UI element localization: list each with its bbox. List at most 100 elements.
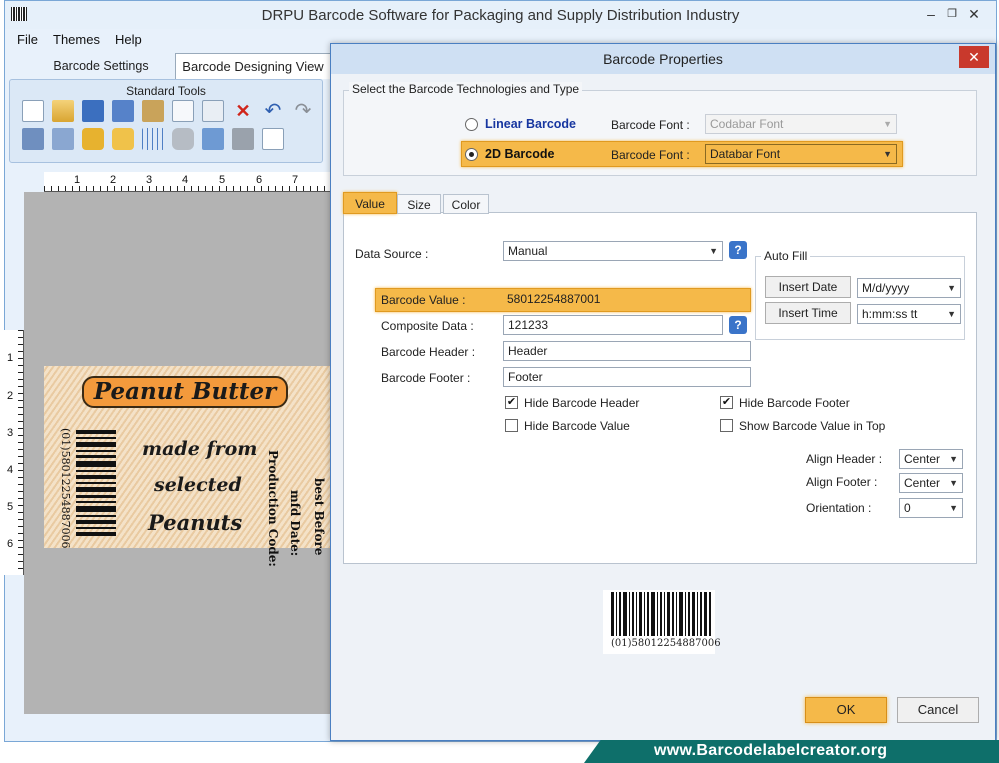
2d-barcode-radio[interactable]: [465, 148, 478, 161]
label-title: Peanut Butter: [82, 376, 288, 408]
undo-icon[interactable]: ↶: [262, 100, 284, 122]
composite-help-icon[interactable]: ?: [729, 316, 747, 334]
chevron-down-icon: ▼: [883, 119, 892, 129]
hide-header-label[interactable]: Hide Barcode Header: [524, 396, 639, 410]
tab-barcode-designing-view[interactable]: Barcode Designing View: [175, 53, 331, 79]
hide-footer-checkbox[interactable]: ✔: [720, 396, 733, 409]
page-icon[interactable]: [172, 100, 194, 122]
barcode-footer-label: Barcode Footer :: [381, 371, 471, 385]
data-source-label: Data Source :: [355, 247, 429, 261]
open-icon[interactable]: [52, 100, 74, 122]
chevron-down-icon: ▼: [949, 478, 958, 488]
window-title: DRPU Barcode Software for Packaging and …: [261, 7, 740, 24]
cancel-button[interactable]: Cancel: [897, 697, 979, 723]
show-value-top-checkbox[interactable]: [720, 419, 733, 432]
orientation-value: 0: [904, 501, 911, 515]
orientation-select[interactable]: 0 ▼: [899, 498, 963, 518]
date-format-value: M/d/yyyy: [862, 281, 910, 295]
linear-font-label: Barcode Font :: [611, 118, 690, 132]
hide-value-checkbox[interactable]: [505, 419, 518, 432]
save-as-icon[interactable]: [112, 100, 134, 122]
title-bar: DRPU Barcode Software for Packaging and …: [5, 1, 996, 29]
align-footer-label: Align Footer :: [806, 475, 878, 489]
print-icon[interactable]: [232, 128, 254, 150]
database-icon[interactable]: [172, 128, 194, 150]
export-icon[interactable]: [262, 128, 284, 150]
paste-icon[interactable]: [142, 100, 164, 122]
tab-value[interactable]: Value: [343, 192, 397, 214]
2d-font-select[interactable]: Databar Font ▼: [705, 144, 897, 164]
linear-barcode-radio[interactable]: [465, 118, 478, 131]
insert-date-button[interactable]: Insert Date: [765, 276, 851, 298]
barcode-value-label: Barcode Value :: [381, 293, 466, 307]
barcode-header-label: Barcode Header :: [381, 345, 476, 359]
label-line-2: selected: [154, 474, 242, 496]
new-icon[interactable]: [22, 100, 44, 122]
barcode-header-input[interactable]: Header: [503, 341, 751, 361]
standard-tools-panel: Standard Tools ✕ ↶ ↷: [9, 79, 323, 163]
ruler-top-7: 7: [292, 174, 299, 186]
left-ruler: 1 2 3 4 5 6: [4, 330, 24, 575]
batch-icon[interactable]: [202, 128, 224, 150]
main-tab-bar: Barcode Settings Barcode Designing View: [5, 53, 335, 79]
label-barcode-graphic: [76, 430, 116, 536]
label-preview[interactable]: Peanut Butter (01)58012254887006 made fr…: [44, 366, 334, 567]
hide-footer-label[interactable]: Hide Barcode Footer: [739, 396, 850, 410]
orientation-label: Orientation :: [806, 501, 872, 515]
menu-themes[interactable]: Themes: [53, 32, 100, 47]
data-source-select[interactable]: Manual ▼: [503, 241, 723, 261]
show-value-top-label[interactable]: Show Barcode Value in Top: [739, 419, 885, 433]
cut-icon[interactable]: [202, 100, 224, 122]
menu-help[interactable]: Help: [115, 32, 142, 47]
barcode-footer-input[interactable]: Footer: [503, 367, 751, 387]
save-icon[interactable]: [82, 100, 104, 122]
align-footer-select[interactable]: Center ▼: [899, 473, 963, 493]
2d-barcode-label[interactable]: 2D Barcode: [485, 147, 554, 161]
ungroup-icon[interactable]: [52, 128, 74, 150]
ruler-left-4: 4: [7, 464, 14, 476]
align-footer-value: Center: [904, 476, 941, 490]
restore-button[interactable]: ❐: [941, 5, 963, 23]
autofill-group-label: Auto Fill: [761, 249, 811, 263]
dialog-title: Barcode Properties: [331, 44, 995, 74]
minimize-button[interactable]: –: [920, 5, 942, 23]
composite-data-input[interactable]: 121233: [503, 315, 723, 335]
toolbar-title: Standard Tools: [126, 84, 206, 98]
time-format-select[interactable]: h:mm:ss tt ▼: [857, 304, 961, 324]
insert-time-button[interactable]: Insert Time: [765, 302, 851, 324]
ruler-top-4: 4: [182, 174, 189, 186]
date-format-select[interactable]: M/d/yyyy ▼: [857, 278, 961, 298]
dialog-close-button[interactable]: ✕: [959, 46, 989, 68]
time-format-value: h:mm:ss tt: [862, 307, 918, 321]
unlock-icon[interactable]: [112, 128, 134, 150]
delete-icon[interactable]: ✕: [232, 100, 254, 122]
barcode-value-input[interactable]: 58012254887001: [503, 290, 749, 310]
chevron-down-icon: ▼: [949, 454, 958, 464]
brand-url: www.Barcodelabelcreator.org: [654, 742, 888, 759]
label-best-before: best Before: [312, 478, 326, 556]
barcode-preview-graphic: [611, 592, 711, 636]
top-ruler: 1 2 3 4 5 6 7: [44, 172, 330, 192]
linear-barcode-label[interactable]: Linear Barcode: [485, 117, 576, 131]
ruler-top-1: 1: [74, 174, 81, 186]
lock-icon[interactable]: [82, 128, 104, 150]
hide-value-label[interactable]: Hide Barcode Value: [524, 419, 630, 433]
tab-color[interactable]: Color: [443, 194, 489, 214]
ok-button[interactable]: OK: [805, 697, 887, 723]
data-source-help-icon[interactable]: ?: [729, 241, 747, 259]
group-icon[interactable]: [22, 128, 44, 150]
tab-barcode-settings[interactable]: Barcode Settings: [47, 53, 155, 79]
grid-icon[interactable]: [142, 128, 164, 150]
label-line-1: made from: [142, 438, 258, 460]
menu-file[interactable]: File: [17, 32, 38, 47]
align-header-select[interactable]: Center ▼: [899, 449, 963, 469]
design-canvas[interactable]: Peanut Butter (01)58012254887006 made fr…: [24, 192, 334, 714]
tab-size[interactable]: Size: [397, 194, 441, 214]
linear-font-select: Codabar Font ▼: [705, 114, 897, 134]
chevron-down-icon: ▼: [947, 283, 956, 293]
label-line-3: Peanuts: [148, 510, 243, 535]
label-production-code: Production Code:: [266, 450, 280, 567]
hide-header-checkbox[interactable]: ✔: [505, 396, 518, 409]
redo-icon[interactable]: ↷: [292, 100, 314, 122]
close-window-button[interactable]: ✕: [963, 5, 985, 23]
